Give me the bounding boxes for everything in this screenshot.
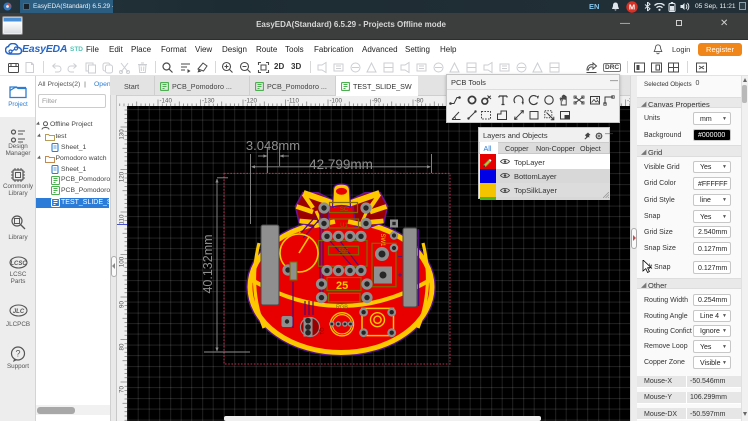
svg-text:-80: -80 [415, 98, 425, 105]
svg-text:90: 90 [119, 301, 126, 308]
svg-text:100: 100 [119, 256, 126, 267]
svg-text:40.132mm: 40.132mm [201, 234, 215, 293]
svg-text:-100: -100 [330, 98, 343, 105]
svg-text:-120: -120 [245, 98, 258, 105]
svg-text:JLC: JLC [13, 309, 25, 315]
svg-text:-110: -110 [287, 98, 299, 105]
svg-text:-130: -130 [202, 98, 215, 105]
svg-text:LCSC: LCSC [10, 261, 27, 267]
svg-text:U1: U1 [340, 223, 348, 229]
svg-text:RGB: RGB [336, 305, 348, 311]
svg-text:80: 80 [119, 343, 126, 350]
svg-text:M: M [629, 2, 635, 11]
svg-text:-90: -90 [372, 98, 382, 105]
svg-text:120: 120 [119, 171, 126, 182]
svg-text:SW1: SW1 [379, 233, 385, 247]
svg-text:+: + [398, 271, 403, 280]
svg-text:42.799mm: 42.799mm [309, 157, 373, 172]
svg-text:3.048mm: 3.048mm [246, 138, 300, 153]
svg-text:25: 25 [336, 280, 348, 292]
svg-text:555: 555 [338, 249, 349, 255]
svg-text:−: − [398, 252, 403, 261]
svg-text:?: ? [15, 349, 20, 359]
svg-text:SC: SC [340, 207, 349, 213]
svg-text:130: 130 [119, 129, 126, 140]
svg-text:70: 70 [119, 386, 126, 393]
svg-text:Q1: Q1 [318, 327, 324, 334]
svg-text:-140: -140 [160, 98, 173, 105]
svg-text:M1: M1 [292, 228, 301, 235]
